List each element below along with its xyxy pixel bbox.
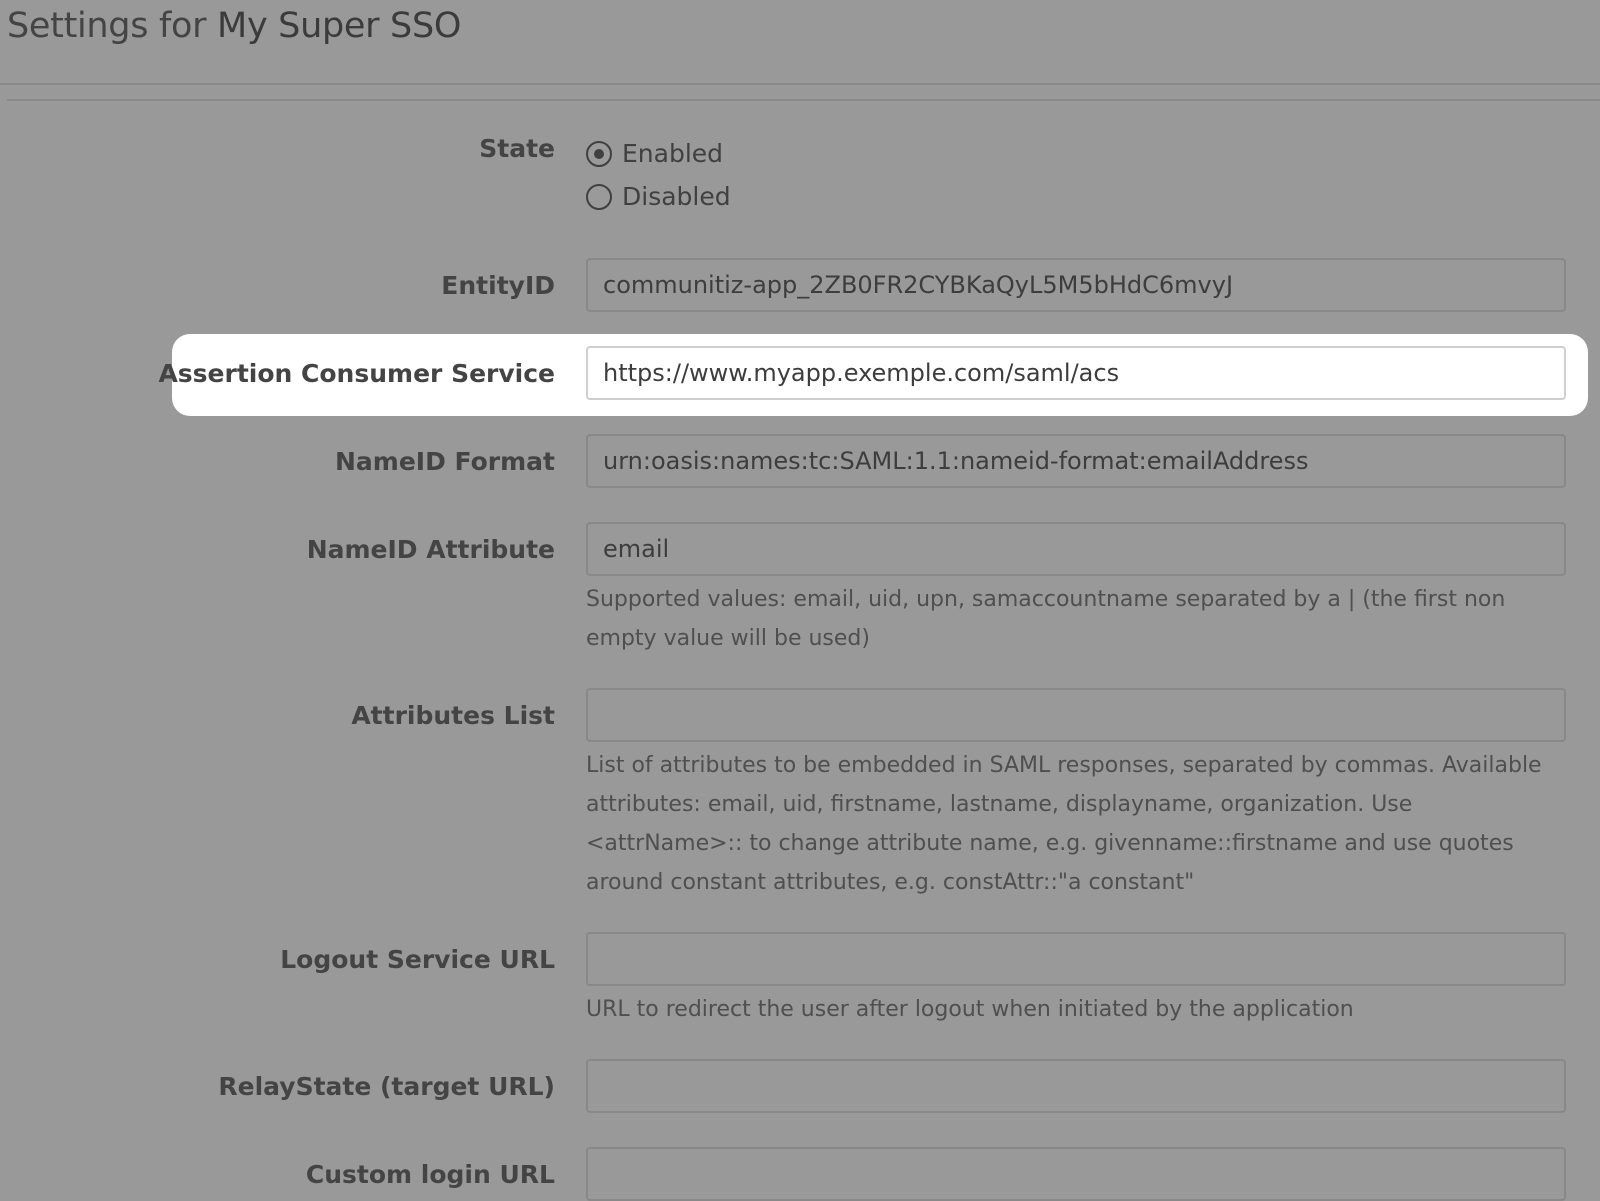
custom-login-url-input[interactable] (586, 1147, 1566, 1201)
state-option-enabled-label: Enabled (622, 139, 724, 168)
entity-id-label: EntityID (441, 271, 555, 300)
header-divider (0, 83, 1600, 85)
page-title: Settings for My Super SSO (7, 6, 461, 46)
nameid-attribute-input[interactable]: email (586, 522, 1566, 576)
logout-url-help: URL to redirect the user after logout wh… (586, 997, 1354, 1022)
radio-checked-icon[interactable] (586, 141, 612, 167)
nameid-attribute-label: NameID Attribute (306, 535, 555, 564)
acs-input[interactable]: https://www.myapp.exemple.com/saml/acs (586, 346, 1566, 400)
logout-url-input[interactable] (586, 932, 1566, 986)
entity-id-input[interactable]: communitiz-app_2ZB0FR2CYBKaQyL5M5bHdC6mv… (586, 258, 1566, 312)
attributes-list-input[interactable] (586, 688, 1566, 742)
attributes-list-label: Attributes List (351, 701, 555, 730)
acs-label: Assertion Consumer Service (158, 359, 555, 388)
custom-login-url-label: Custom login URL (305, 1160, 555, 1189)
page-title-prefix: Settings for (7, 6, 207, 46)
state-label: State (479, 134, 555, 163)
nameid-format-input[interactable]: urn:oasis:names:tc:SAML:1.1:nameid-forma… (586, 434, 1566, 488)
relay-state-label: RelayState (target URL) (218, 1072, 555, 1101)
attributes-list-help: List of attributes to be embedded in SAM… (586, 753, 1542, 895)
radio-unchecked-icon[interactable] (586, 184, 612, 210)
app-name: My Super SSO (217, 6, 462, 46)
section-divider (7, 99, 1600, 101)
nameid-attribute-help: Supported values: email, uid, upn, samac… (586, 587, 1506, 651)
relay-state-input[interactable] (586, 1059, 1566, 1113)
nameid-format-label: NameID Format (335, 447, 555, 476)
logout-url-label: Logout Service URL (280, 945, 555, 974)
state-option-disabled-label: Disabled (622, 182, 731, 211)
